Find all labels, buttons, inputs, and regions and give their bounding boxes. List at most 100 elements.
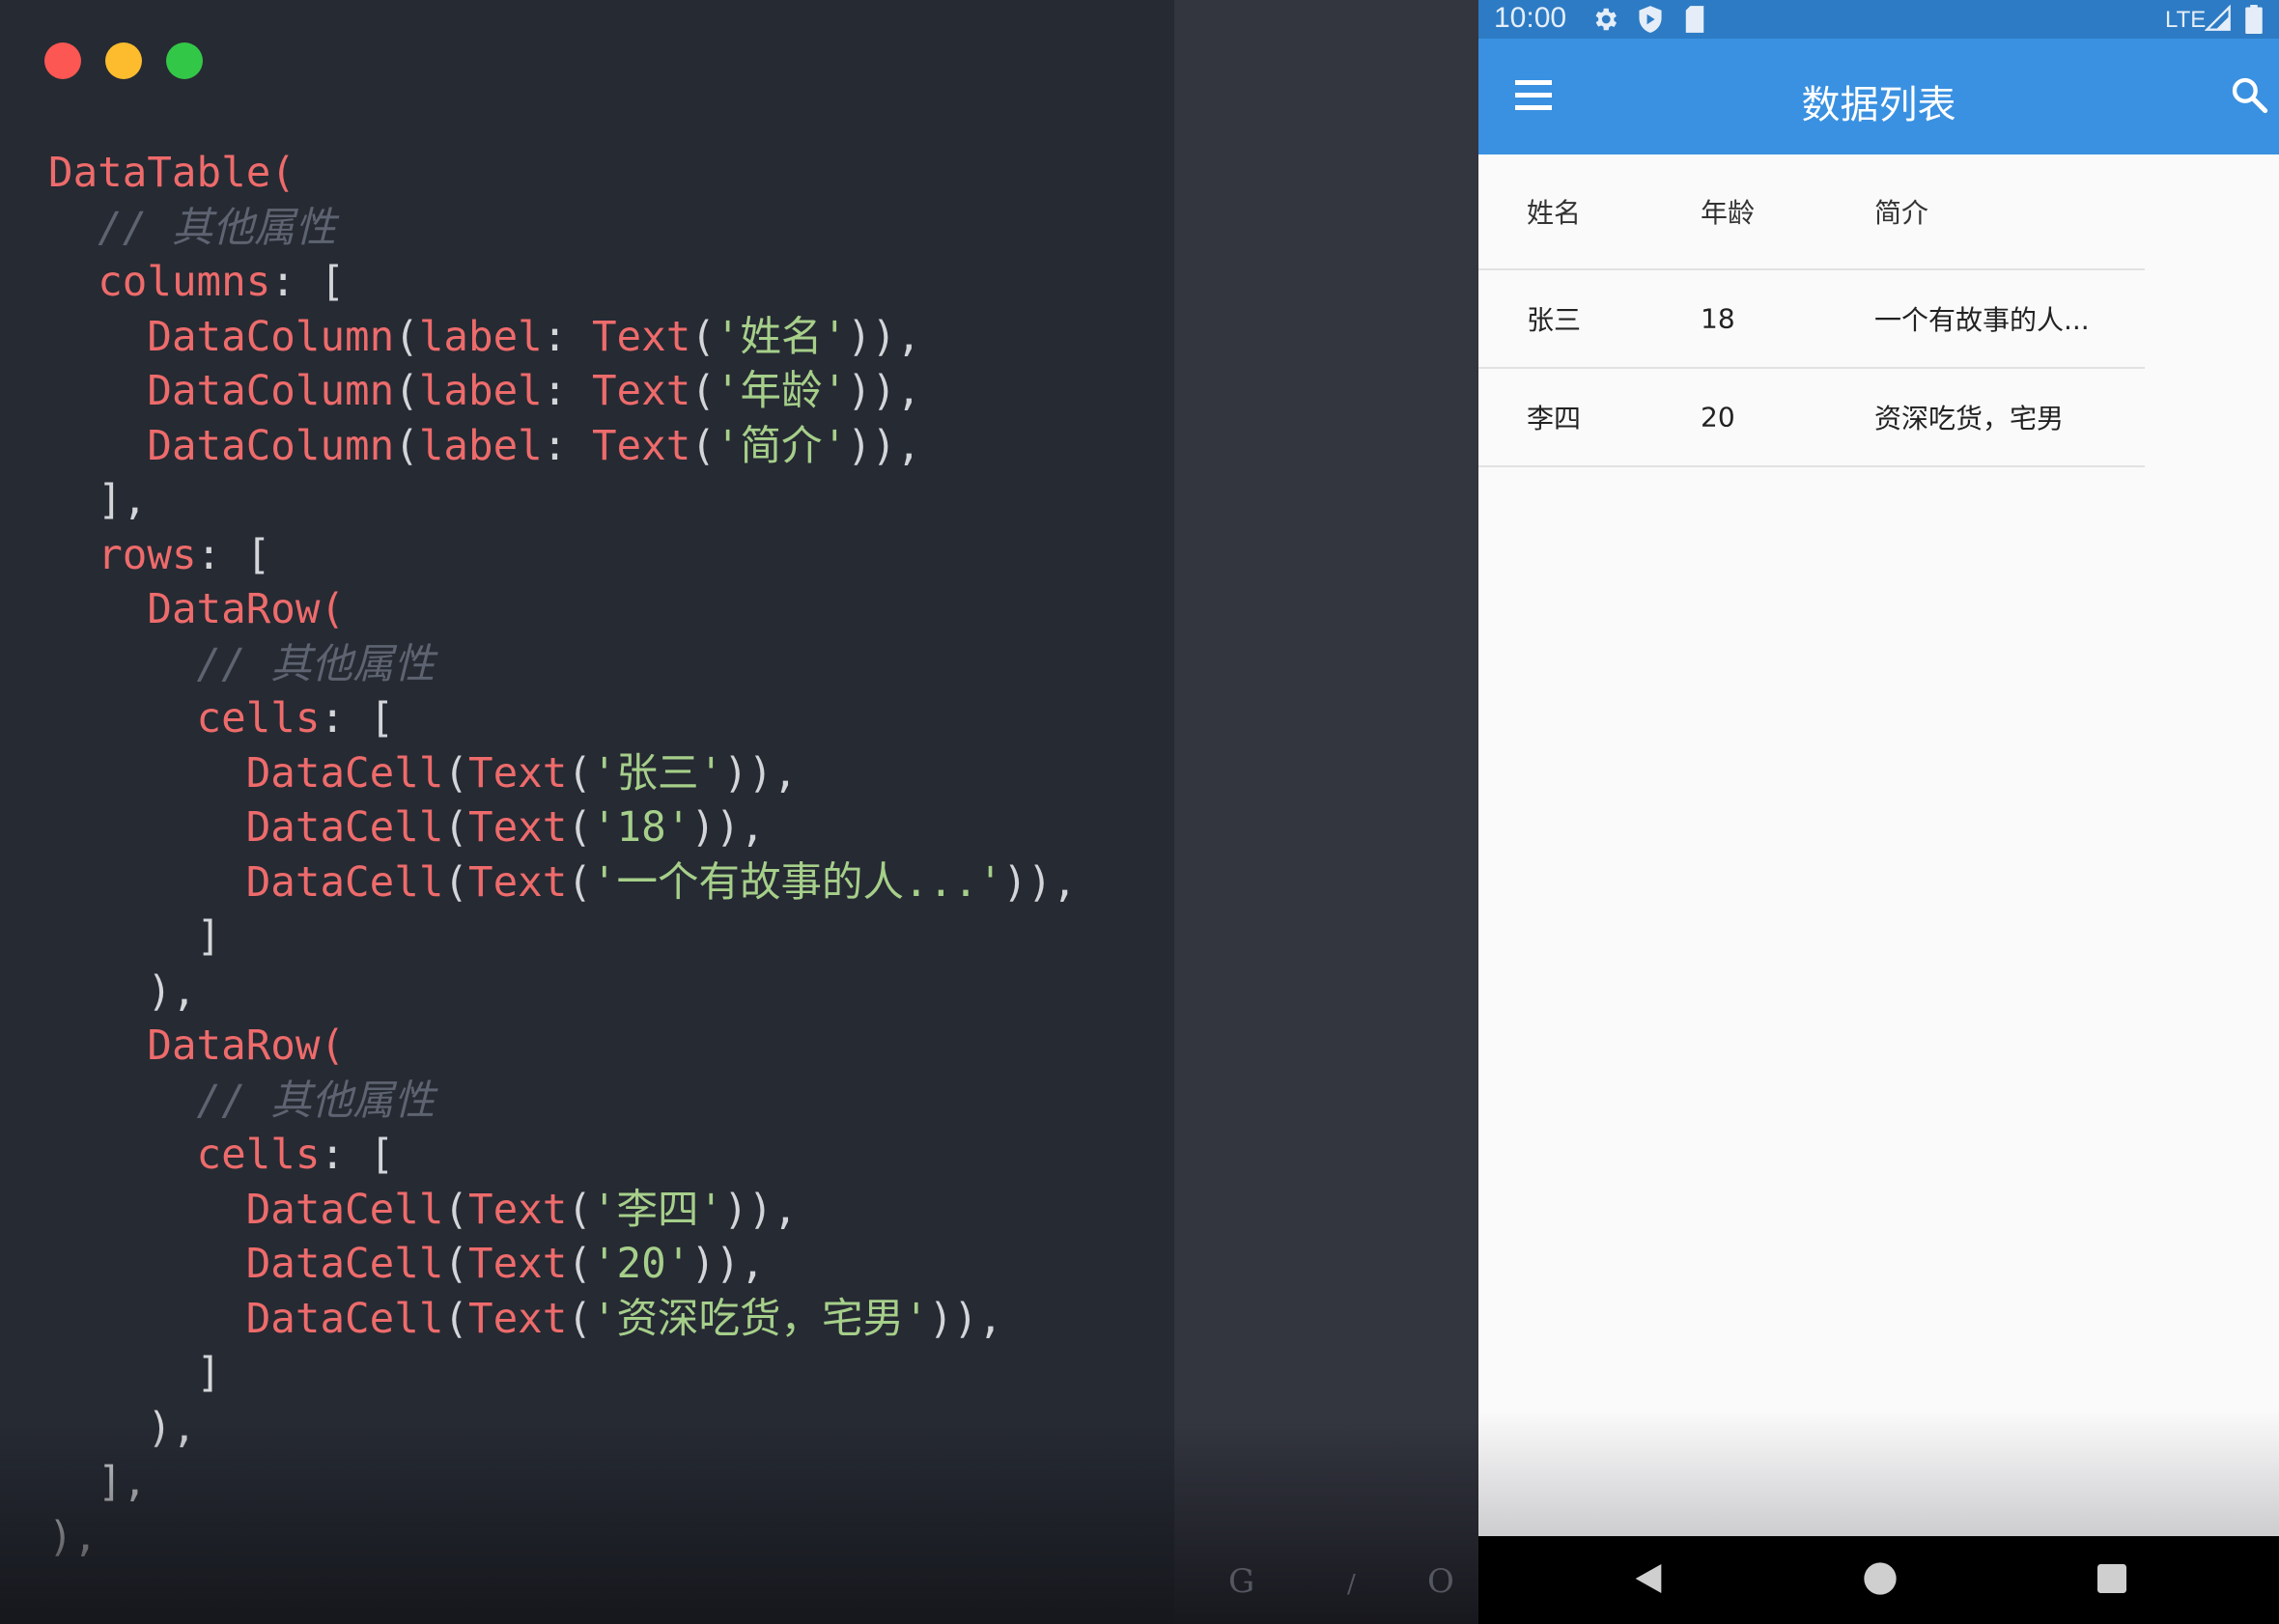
code-keyword: label [418,368,543,415]
code-line: columns: [ [48,256,1077,311]
status-bar: 10:00 LTE [1478,0,2279,39]
code-keyword: Text [468,804,568,852]
code-keyword: DataCell [245,1295,444,1343]
code-string: '20' [591,1241,691,1288]
code-line: DataCell(Text('一个有故事的人...')), [48,856,1077,911]
column-header-name[interactable]: 姓名 [1527,192,1581,231]
code-line: DataCell(Text('18')), [48,801,1077,856]
code-line: cells: [ [48,692,1077,747]
search-icon[interactable] [2230,75,2268,114]
code-text: ( [443,1186,468,1234]
code-string: '李四' [591,1186,724,1234]
code-text: : [542,368,592,415]
code-keyword: Text [591,368,691,415]
code-line: DataCell(Text('张三')), [48,747,1077,802]
code-keyword: DataRow( [147,1022,346,1070]
table-header-row: 姓名 年龄 简介 [1478,154,2145,270]
code-text: )), [847,368,921,415]
table-cell: 张三 [1527,304,1582,336]
code-text: ( [690,368,716,415]
battery-icon [2245,5,2263,34]
screen-bottom-fade [1478,1411,2279,1536]
code-text: ] [48,913,222,961]
code-text: )), [723,749,798,798]
code-text: )), [1002,858,1078,907]
phone-screen: 10:00 LTE 数据列表 姓名 年龄 简介 张三 18 一个有故事的人...… [1478,0,2279,1624]
code-text: )), [690,804,766,852]
column-header-age[interactable]: 年龄 [1701,192,1755,231]
code-line: DataCell(Text('20')), [48,1238,1077,1293]
watermark-slash: / [1347,1570,1356,1599]
code-keyword: Text [468,749,568,798]
code-text: ( [443,804,468,852]
close-window-button[interactable] [44,42,81,79]
navigation-bar [1478,1536,2279,1624]
code-text: ( [690,313,716,361]
code-text: ( [567,749,592,798]
table-cell: 一个有故事的人... [1874,304,2090,336]
code-text: : [542,422,592,470]
code-text: ( [567,1186,592,1234]
code-line: // 其他属性 [48,1075,1077,1130]
recents-icon[interactable] [2093,1559,2131,1598]
code-keyword: DataCell [245,1241,444,1288]
status-time: 10:00 [1494,2,1567,34]
code-line: ), [48,966,1077,1021]
back-icon[interactable] [1629,1559,1668,1598]
code-keyword: cells [196,695,321,742]
code-text: ( [567,1241,592,1288]
table-row[interactable]: 张三 18 一个有故事的人... [1478,270,2145,369]
gear-icon [1595,8,1617,31]
code-text: )), [847,422,921,470]
code-keyword: DataCell [245,804,444,852]
code-keyword: DataColumn [147,422,395,470]
code-text: ( [394,313,419,361]
table-row[interactable]: 李四 20 资深吃货，宅男 [1478,369,2145,467]
sim-card-icon [1685,6,1704,33]
code-keyword: DataCell [245,858,444,907]
code-line: cells: [ [48,1129,1077,1184]
code-text: : [542,313,592,361]
code-string: '18' [591,804,691,852]
shield-icon [1639,6,1662,33]
code-keyword: DataColumn [147,368,395,415]
watermark-letter: G [1228,1562,1255,1601]
minimize-window-button[interactable] [105,42,142,79]
code-keyword: DataTable( [48,150,295,197]
code-keyword: DataCell [245,749,444,798]
code-text: ( [567,858,592,907]
bottom-shadow [0,1421,1478,1624]
data-table: 姓名 年龄 简介 张三 18 一个有故事的人... 李四 20 资深吃货，宅男 [1478,154,2145,467]
app-bar: 数据列表 [1478,39,2279,154]
code-keyword: Text [468,1295,568,1343]
code-comment: // 其他属性 [196,640,436,688]
code-line: DataRow( [48,1020,1077,1075]
code-text: ] [48,1350,222,1397]
code-line: DataRow( [48,583,1077,638]
code-keyword: Text [468,858,568,907]
table-cell: 20 [1701,401,1735,434]
code-text: : [ [196,531,271,579]
code-text: )), [723,1186,798,1234]
home-icon[interactable] [1861,1559,1899,1598]
code-keyword: label [418,422,543,470]
column-header-intro[interactable]: 简介 [1874,192,1928,231]
maximize-window-button[interactable] [166,42,203,79]
signal-icon [2205,5,2231,31]
code-text: : [ [270,259,346,306]
code-text: ( [443,1295,468,1343]
code-line: ] [48,910,1077,966]
code-keyword: Text [591,313,691,361]
code-keyword: label [418,313,543,361]
code-line: // 其他属性 [48,202,1077,257]
